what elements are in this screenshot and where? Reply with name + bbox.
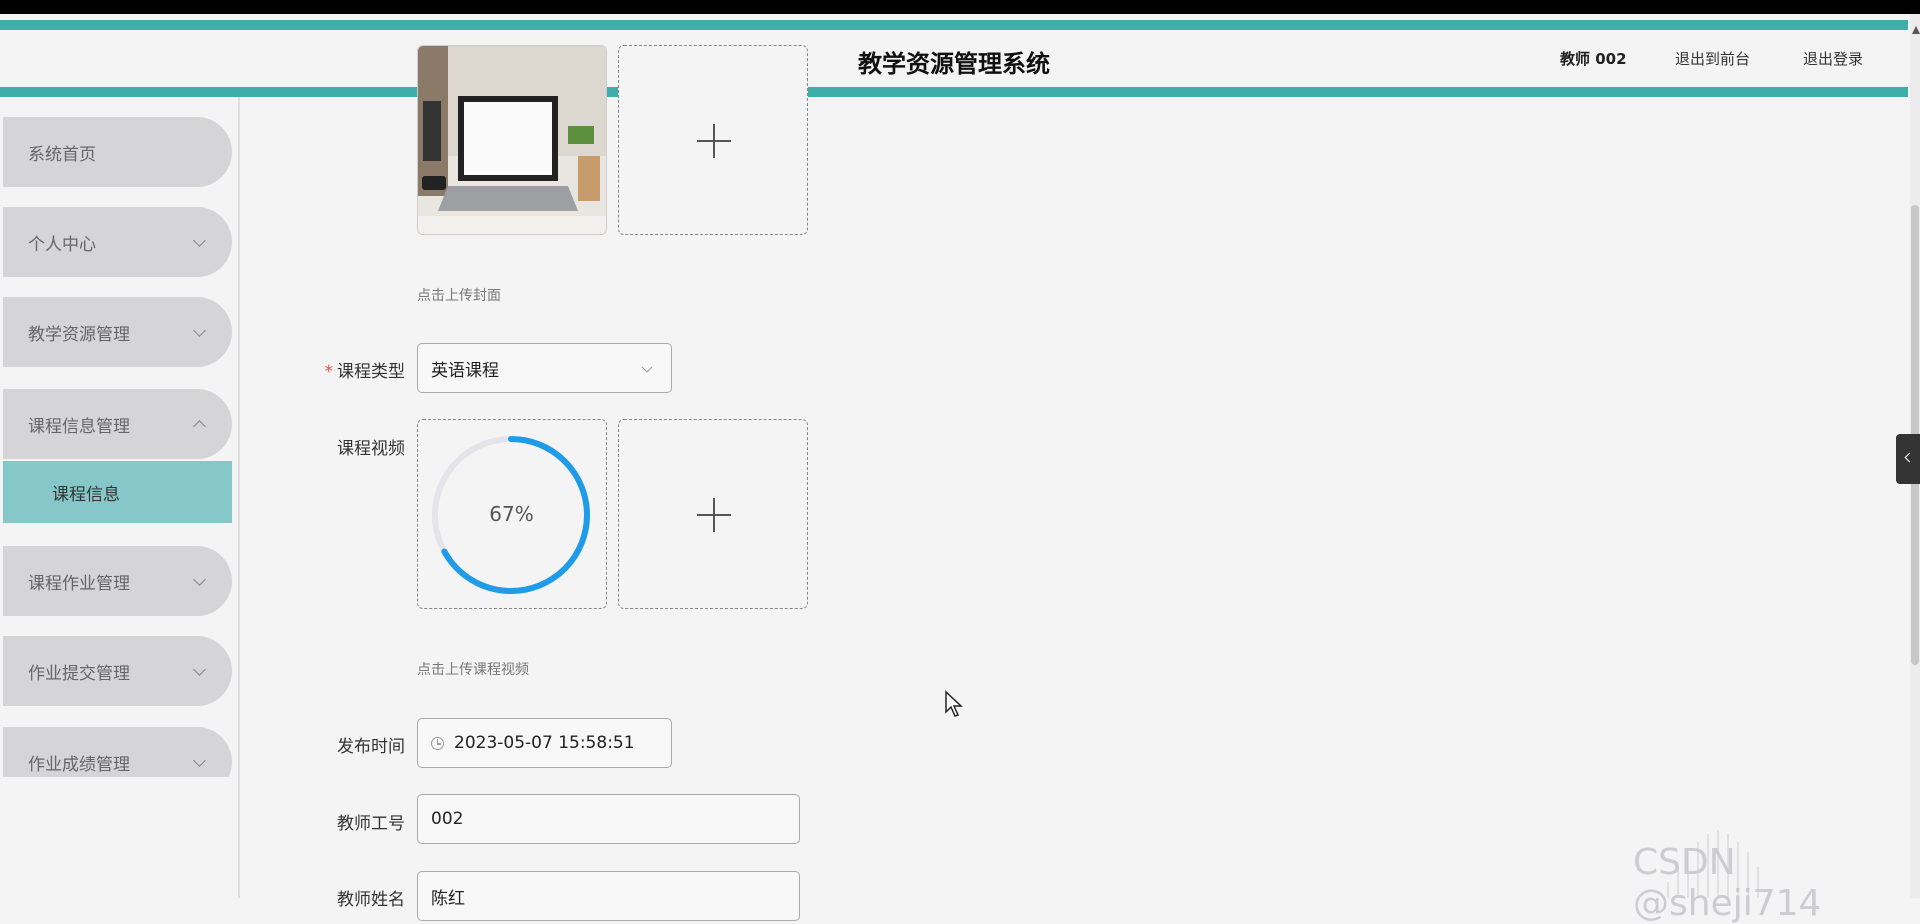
publish-time-picker[interactable]: 2023-05-07 15:58:51 xyxy=(417,718,672,768)
header: 教学资源管理系统 教师 002 退出到前台 退出登录 xyxy=(0,20,1908,97)
sidebar-subitem-label: 课程信息 xyxy=(52,484,120,505)
chevron-up-icon xyxy=(193,420,206,433)
teacher-id-label: 教师工号 xyxy=(337,814,405,834)
sidebar-bottom-area xyxy=(0,777,238,898)
video-upload-button[interactable] xyxy=(618,419,808,609)
scroll-up-icon[interactable] xyxy=(1912,26,1920,34)
publish-time-value: 2023-05-07 15:58:51 xyxy=(454,733,635,753)
sidebar-item-label: 教学资源管理 xyxy=(28,324,130,345)
chevron-down-icon xyxy=(641,361,653,373)
watermark-text: CSDN @sheji714 xyxy=(1633,842,1822,924)
sidebar-divider xyxy=(238,97,240,898)
sidebar-item-label: 作业成绩管理 xyxy=(28,754,130,775)
cursor-icon xyxy=(945,690,963,717)
cover-image[interactable] xyxy=(417,45,607,235)
sidebar-item-course-homework-management[interactable]: 课程作业管理 xyxy=(3,546,232,616)
course-type-label: * 课程类型 xyxy=(265,357,406,382)
chevron-down-icon xyxy=(193,573,206,586)
sidebar-item-home[interactable]: 系统首页 xyxy=(3,117,232,187)
cover-image-photo xyxy=(418,46,606,234)
video-upload-hint: 点击上传课程视频 xyxy=(417,662,529,678)
current-user: 教师 002 xyxy=(1560,50,1627,68)
chevron-down-icon xyxy=(193,234,206,247)
sidebar-item-label: 作业提交管理 xyxy=(28,663,130,684)
chevron-down-icon xyxy=(193,324,206,337)
sidebar-item-personal-center[interactable]: 个人中心 xyxy=(3,207,232,277)
sidebar-item-label: 个人中心 xyxy=(28,234,96,255)
window-top-bar xyxy=(0,0,1920,14)
publish-time-label: 发布时间 xyxy=(337,737,405,757)
chevron-down-icon xyxy=(193,754,206,767)
progress-percent: 67% xyxy=(489,502,534,526)
sidebar-item-submission-management[interactable]: 作业提交管理 xyxy=(3,636,232,706)
course-type-value: 英语课程 xyxy=(431,360,499,381)
required-mark: * xyxy=(324,362,334,382)
course-type-select[interactable]: 英语课程 xyxy=(417,343,672,393)
teacher-id-value: 002 xyxy=(431,809,464,829)
clock-icon xyxy=(431,736,444,750)
chevron-left-icon xyxy=(1904,452,1915,463)
sidebar-item-label: 系统首页 xyxy=(28,144,96,165)
sidebar-item-resource-management[interactable]: 教学资源管理 xyxy=(3,297,232,367)
chevron-down-icon xyxy=(193,663,206,676)
teacher-name-value: 陈红 xyxy=(431,888,465,909)
course-type-label-text: 课程类型 xyxy=(337,362,405,382)
sidebar-item-course-info-management[interactable]: 课程信息管理 xyxy=(3,389,232,459)
side-panel-toggle[interactable] xyxy=(1896,434,1920,484)
sidebar-item-label: 课程作业管理 xyxy=(28,573,130,594)
cover-upload-button[interactable] xyxy=(618,45,808,235)
sidebar-subitem-course-info[interactable]: 课程信息 xyxy=(3,461,232,523)
teacher-id-field[interactable]: 002 xyxy=(417,794,800,844)
sidebar-item-label: 课程信息管理 xyxy=(28,416,130,437)
course-video-label: 课程视频 xyxy=(337,439,405,459)
plus-icon xyxy=(697,498,731,532)
logout-link[interactable]: 退出登录 xyxy=(1803,48,1863,69)
teacher-name-field[interactable]: 陈红 xyxy=(417,871,800,921)
video-upload-progress: 67% xyxy=(417,419,607,609)
cover-upload-hint: 点击上传封面 xyxy=(417,288,501,304)
plus-icon xyxy=(697,124,731,158)
back-to-front-link[interactable]: 退出到前台 xyxy=(1675,48,1750,69)
